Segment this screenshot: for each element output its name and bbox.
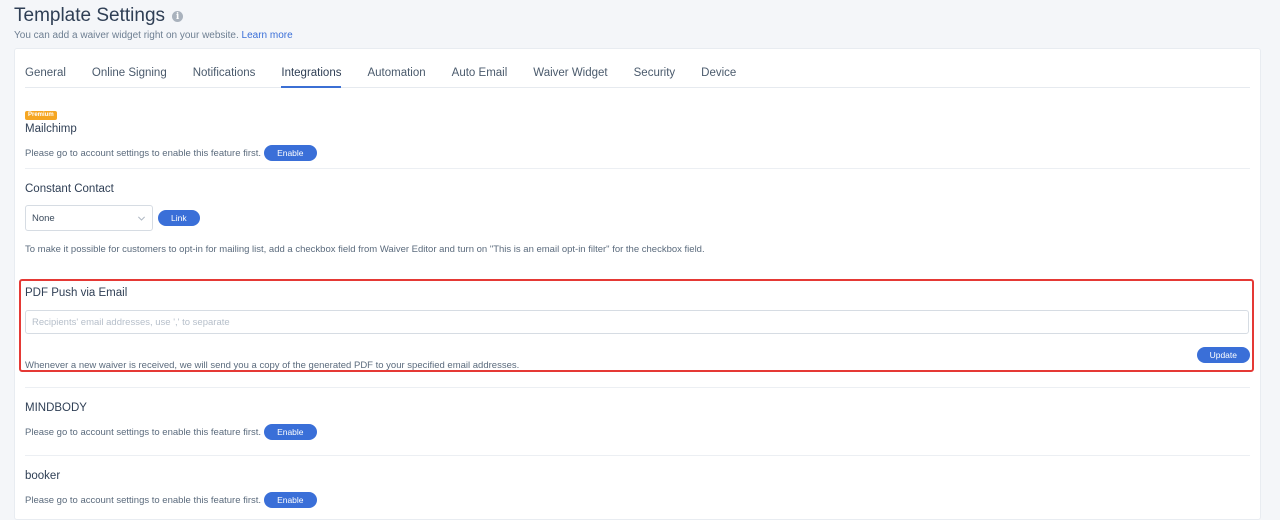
tab-general[interactable]: General [25,63,66,87]
booker-note: Please go to account settings to enable … [25,494,262,506]
booker-enable-button[interactable]: Enable [264,492,317,508]
page-subtitle: You can add a waiver widget right on you… [14,30,293,41]
mailchimp-section: Premium Mailchimp Please go to account s… [25,103,1250,161]
pdf-push-title: PDF Push via Email [25,287,128,299]
tab-notifications[interactable]: Notifications [193,63,256,87]
divider [25,387,1250,388]
tab-waiver-widget[interactable]: Waiver Widget [533,63,607,87]
divider [25,455,1250,456]
divider [25,168,1250,169]
pdf-push-note: Whenever a new waiver is received, we wi… [25,360,520,371]
tab-auto-email[interactable]: Auto Email [452,63,508,87]
tab-security[interactable]: Security [634,63,676,87]
constant-contact-note: To make it possible for customers to opt… [25,244,705,255]
subtitle-text: You can add a waiver widget right on you… [14,30,239,41]
settings-tabs: General Online Signing Notifications Int… [25,63,1250,88]
tab-online-signing[interactable]: Online Signing [92,63,167,87]
page-title: Template Settings [14,4,166,26]
mailchimp-enable-button[interactable]: Enable [264,145,317,161]
chevron-down-icon [137,216,146,221]
mindbody-note: Please go to account settings to enable … [25,426,262,438]
constant-contact-section: Constant Contact None Link To make it po… [25,183,1250,255]
tab-device[interactable]: Device [701,63,736,87]
tab-integrations[interactable]: Integrations [281,63,342,88]
select-value: None [32,212,55,224]
booker-section: booker Please go to account settings to … [25,470,1250,508]
mailchimp-note: Please go to account settings to enable … [25,147,262,159]
pdf-push-section: PDF Push via Email Update Whenever a new… [25,287,1250,371]
constant-contact-title: Constant Contact [25,183,114,195]
booker-title: booker [25,470,61,482]
settings-card: General Online Signing Notifications Int… [14,48,1261,520]
premium-badge: Premium [25,111,57,120]
constant-contact-select[interactable]: None [25,205,153,231]
tab-automation[interactable]: Automation [367,63,425,87]
recipients-email-input[interactable] [25,310,1249,334]
mailchimp-title: Mailchimp [25,123,77,135]
info-icon[interactable]: i [172,11,184,22]
learn-more-link[interactable]: Learn more [242,30,293,41]
pdf-push-update-button[interactable]: Update [1196,347,1250,363]
mindbody-title: MINDBODY [25,402,87,414]
mindbody-section: MINDBODY Please go to account settings t… [25,402,1250,440]
constant-contact-link-button[interactable]: Link [158,210,200,226]
mindbody-enable-button[interactable]: Enable [264,424,317,440]
page-header: Template Settings i You can add a waiver… [14,0,293,42]
